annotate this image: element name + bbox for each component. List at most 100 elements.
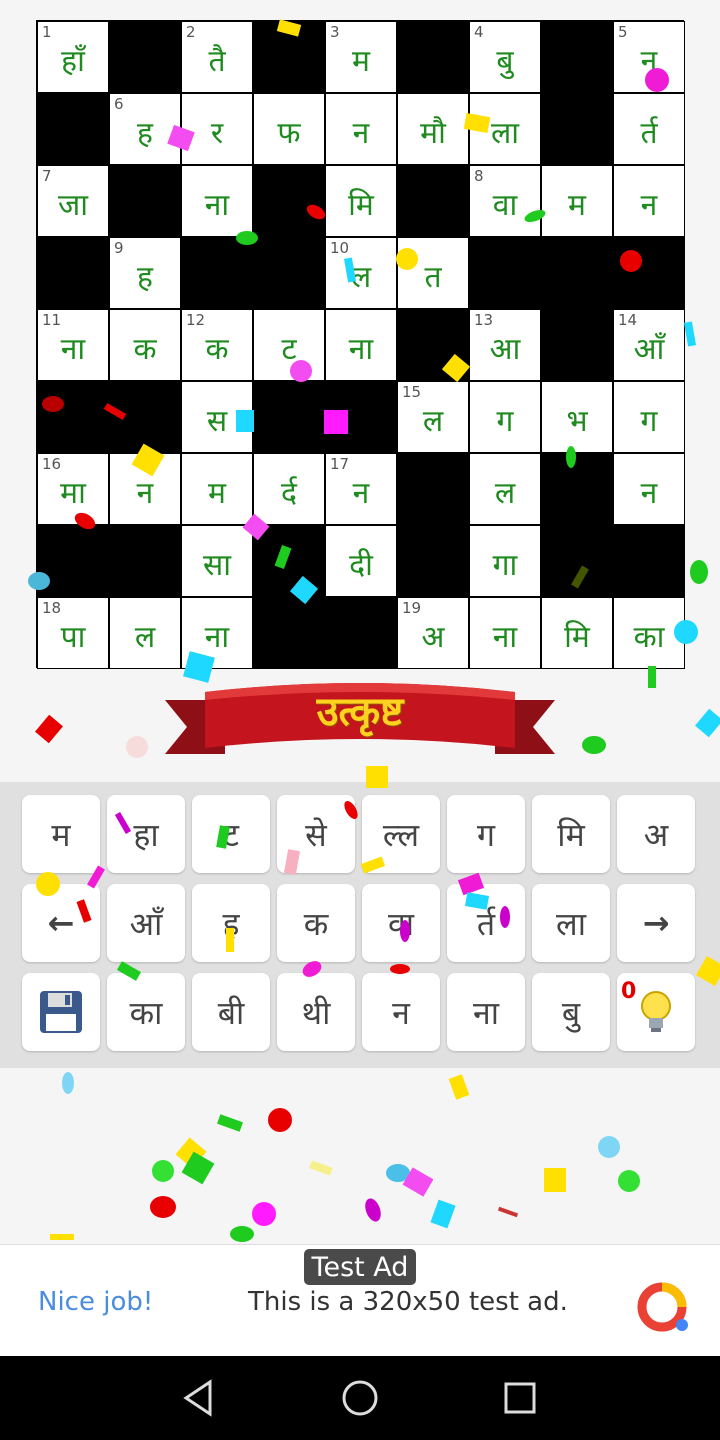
grid-cell[interactable]: 4 बु — [469, 21, 541, 93]
grid-cell[interactable]: ना — [469, 597, 541, 669]
letter-key[interactable]: ना — [447, 973, 525, 1051]
confetti-piece — [217, 1114, 243, 1132]
cell-letter: भ — [566, 403, 588, 439]
blocked-cell — [397, 21, 469, 93]
ad-headline[interactable]: Nice job! — [38, 1287, 153, 1317]
grid-cell[interactable]: 17 न — [325, 453, 397, 525]
letter-key[interactable]: का — [107, 973, 185, 1051]
arrow-right-button[interactable]: → — [617, 884, 695, 962]
grid-cell[interactable]: ग — [469, 381, 541, 453]
confetti-piece — [324, 410, 348, 434]
grid-cell[interactable]: न — [613, 453, 685, 525]
grid-cell[interactable]: भ — [541, 381, 613, 453]
grid-cell[interactable]: 6ह — [109, 93, 181, 165]
ad-description[interactable]: This is a 320x50 test ad. — [248, 1287, 568, 1317]
arrow-left-icon: ← — [47, 904, 75, 942]
grid-cell[interactable]: न — [325, 93, 397, 165]
grid-cell[interactable]: गा — [469, 525, 541, 597]
letter-key[interactable]: ट — [192, 795, 270, 873]
grid-cell[interactable]: 15 ल — [397, 381, 469, 453]
grid-cell[interactable]: क — [109, 309, 181, 381]
grid-cell[interactable]: 13 आ — [469, 309, 541, 381]
grid-cell[interactable]: म — [541, 165, 613, 237]
letter-key[interactable]: आँ — [107, 884, 185, 962]
grid-cell[interactable]: ल — [109, 597, 181, 669]
grid-cell[interactable]: फ — [253, 93, 325, 165]
letter-key[interactable]: थी — [277, 973, 355, 1051]
grid-cell[interactable]: ना — [181, 165, 253, 237]
letter-key[interactable]: ग — [447, 795, 525, 873]
grid-cell[interactable]: 3म — [325, 21, 397, 93]
ad-logo-icon[interactable] — [634, 1277, 694, 1337]
blocked-cell — [541, 93, 613, 165]
confetti-piece — [390, 964, 410, 974]
back-icon[interactable] — [180, 1378, 220, 1418]
cell-letter: म — [568, 187, 586, 223]
grid-cell[interactable]: र — [181, 93, 253, 165]
letter-key[interactable]: ला — [532, 884, 610, 962]
cell-letter: तै — [208, 43, 226, 79]
grid-cell[interactable]: म — [181, 453, 253, 525]
grid-cell[interactable]: मि — [325, 165, 397, 237]
grid-cell[interactable]: ल — [469, 453, 541, 525]
cell-letter: अ — [421, 619, 445, 655]
cell-letter: न — [640, 187, 658, 223]
confetti-piece — [620, 250, 642, 272]
cell-letter: ल — [350, 259, 372, 295]
cell-letter: मि — [564, 619, 590, 655]
grid-cell[interactable]: न — [613, 165, 685, 237]
grid-cell[interactable]: मौ — [397, 93, 469, 165]
grid-cell[interactable]: 7 जा — [37, 165, 109, 237]
cell-letter: ह — [137, 259, 153, 295]
letter-key[interactable]: म — [22, 795, 100, 873]
grid-cell[interactable]: 12 क — [181, 309, 253, 381]
confetti-piece — [430, 1199, 456, 1229]
grid-cell[interactable]: 16 मा — [37, 453, 109, 525]
grid-cell[interactable]: र्द — [253, 453, 325, 525]
cell-letter: ल — [494, 475, 516, 511]
grid-cell[interactable]: सा — [181, 525, 253, 597]
hint-button[interactable]: 0 — [617, 973, 695, 1051]
recents-icon[interactable] — [500, 1378, 540, 1418]
grid-cell[interactable]: 9ह — [109, 237, 181, 309]
confetti-piece — [36, 872, 60, 896]
grid-cell[interactable]: 19 अ — [397, 597, 469, 669]
grid-cell[interactable]: ग — [613, 381, 685, 453]
grid-cell[interactable]: 8 वा — [469, 165, 541, 237]
cell-letter: क — [205, 331, 229, 367]
confetti-piece — [690, 560, 708, 584]
letter-key[interactable]: क — [277, 884, 355, 962]
grid-cell[interactable]: 10 ल — [325, 237, 397, 309]
key-label: न — [392, 993, 410, 1032]
letter-key[interactable]: बी — [192, 973, 270, 1051]
grid-cell[interactable]: ना — [325, 309, 397, 381]
key-label: ला — [556, 904, 586, 943]
grid-cell[interactable]: दी — [325, 525, 397, 597]
grid-cell[interactable]: 14 आँ — [613, 309, 685, 381]
confetti-piece — [236, 231, 258, 245]
save-button[interactable] — [22, 973, 100, 1051]
arrow-left-button[interactable]: ← — [22, 884, 100, 962]
key-label: थी — [301, 993, 331, 1032]
grid-cell[interactable]: मि — [541, 597, 613, 669]
grid-cell[interactable]: ट — [253, 309, 325, 381]
letter-key[interactable]: बु — [532, 973, 610, 1051]
key-label: म — [51, 815, 71, 854]
blocked-cell — [469, 237, 541, 309]
letter-key[interactable]: हा — [107, 795, 185, 873]
letter-keyboard: महाटसेल्लगमिअ←आँहकवार्तला→काबीथीननाबु0 — [0, 782, 720, 1068]
confetti-piece — [126, 736, 148, 758]
grid-cell[interactable]: 2 तै — [181, 21, 253, 93]
letter-key[interactable]: न — [362, 973, 440, 1051]
blocked-cell — [37, 381, 109, 453]
grid-cell[interactable]: 18 पा — [37, 597, 109, 669]
cell-letter: मि — [348, 187, 374, 223]
ad-banner[interactable]: Test Ad Nice job! This is a 320x50 test … — [0, 1244, 720, 1358]
home-icon[interactable] — [340, 1378, 380, 1418]
confetti-piece — [582, 736, 606, 754]
grid-cell[interactable]: 11 ना — [37, 309, 109, 381]
grid-cell[interactable]: 1 हाँ — [37, 21, 109, 93]
letter-key[interactable]: मि — [532, 795, 610, 873]
letter-key[interactable]: अ — [617, 795, 695, 873]
grid-cell[interactable]: र्त — [613, 93, 685, 165]
